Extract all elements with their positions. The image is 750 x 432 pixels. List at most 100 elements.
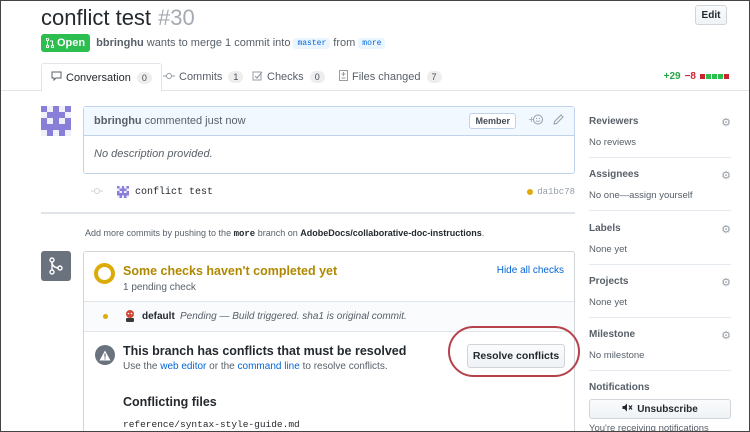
sidebar-value: None yet xyxy=(589,244,628,255)
checks-title: Some checks haven't completed yet xyxy=(123,264,338,278)
tab-checks[interactable]: Checks 0 xyxy=(252,63,325,91)
tab-commits[interactable]: Commits 1 xyxy=(163,63,244,91)
from-text: from xyxy=(333,37,356,49)
pending-status-icon xyxy=(94,263,115,284)
diff-block-green xyxy=(712,74,717,79)
pr-tabs: Conversation 0 Commits 1 Checks 0 Files … xyxy=(1,63,749,92)
sidebar-projects: Projects None yet ⚙ xyxy=(589,276,731,308)
tab-label: Checks xyxy=(267,71,304,83)
tab-counter: 0 xyxy=(309,71,325,83)
sidebar-value: No reviews xyxy=(589,137,636,148)
sidebar-title: Notifications xyxy=(589,382,650,393)
push-note-text: Add more commits by pushing to the xyxy=(85,228,232,238)
member-badge: Member xyxy=(469,113,516,129)
comment-icon xyxy=(51,71,62,84)
gear-icon[interactable]: ⚙ xyxy=(721,116,731,129)
hide-all-checks-link[interactable]: Hide all checks xyxy=(497,265,564,276)
sidebar-title: Labels xyxy=(589,223,621,234)
merge-text: wants to merge 1 commit into xyxy=(146,37,291,49)
sidebar-title: Reviewers xyxy=(589,116,639,127)
tab-conversation[interactable]: Conversation 0 xyxy=(41,63,162,92)
commit-row: conflict test da1bc78 xyxy=(91,184,575,200)
sidebar-divider xyxy=(589,157,731,158)
pending-dot xyxy=(103,314,108,319)
pr-number: #30 xyxy=(158,5,195,30)
check-description: Pending — Build triggered. sha1 is origi… xyxy=(180,311,407,322)
push-note-branch: more xyxy=(233,229,256,239)
head-branch[interactable]: more xyxy=(358,37,386,49)
diffstat: +29 −8 xyxy=(664,71,729,82)
jenkins-icon xyxy=(123,309,137,323)
page-frame: conflict test #30 Edit Open bbringhu wan… xyxy=(0,0,750,432)
commit-node-icon xyxy=(91,187,103,197)
checks-summary: Some checks haven't completed yet 1 pend… xyxy=(84,252,574,302)
check-context: default xyxy=(142,311,175,322)
conflict-title: This branch has conflicts that must be r… xyxy=(123,344,407,358)
tab-counter: 7 xyxy=(426,71,442,83)
diff-block-green xyxy=(706,74,711,79)
tab-files-changed[interactable]: Files changed 7 xyxy=(339,63,442,91)
file-diff-icon xyxy=(339,70,348,84)
comment-body: No description provided. xyxy=(94,148,213,160)
state-badge: Open xyxy=(41,34,91,52)
sidebar-title: Projects xyxy=(589,276,629,287)
pr-title: conflict test xyxy=(41,5,152,30)
notification-status: You're receiving notifications xyxy=(589,423,709,432)
tab-label: Conversation xyxy=(66,71,131,84)
deletions-count: −8 xyxy=(684,71,696,82)
conflict-desc-text: or the xyxy=(209,361,235,372)
diff-block-green xyxy=(718,74,723,79)
add-reaction-icon[interactable]: + xyxy=(528,114,544,128)
unsubscribe-label: Unsubscribe xyxy=(637,403,698,415)
command-line-link[interactable]: command line xyxy=(238,361,300,372)
merge-icon xyxy=(41,251,71,281)
diff-block-red xyxy=(700,74,705,79)
timeline-divider xyxy=(41,212,575,214)
sidebar-assignees: Assignees No one—assign yourself ⚙ xyxy=(589,169,731,201)
sidebar-value: No milestone xyxy=(589,350,645,361)
tab-counter: 0 xyxy=(136,71,152,84)
push-note-repo[interactable]: AdobeDocs/collaborative-doc-instructions xyxy=(300,228,482,238)
tab-counter: 1 xyxy=(228,71,244,83)
pr-author[interactable]: bbringhu xyxy=(96,37,144,49)
edit-button[interactable]: Edit xyxy=(695,5,727,25)
avatar[interactable] xyxy=(41,106,71,136)
sidebar-milestone: Milestone No milestone ⚙ xyxy=(589,329,731,361)
gear-icon[interactable]: ⚙ xyxy=(721,329,731,342)
sidebar-notifications: Notifications xyxy=(589,382,731,393)
state-label: Open xyxy=(57,37,86,49)
highlight-annotation xyxy=(448,326,580,377)
sidebar-value: None yet xyxy=(589,297,628,308)
conflict-desc-text: Use the xyxy=(123,361,158,372)
base-branch[interactable]: master xyxy=(293,37,331,49)
sidebar-divider xyxy=(589,264,731,265)
conflict-desc-text: to resolve conflicts. xyxy=(302,361,388,372)
sidebar-divider xyxy=(589,317,731,318)
commit-status-dot[interactable] xyxy=(527,189,533,195)
pencil-icon[interactable] xyxy=(553,114,564,128)
sidebar-title: Milestone xyxy=(589,329,636,340)
web-editor-link[interactable]: web editor xyxy=(160,361,206,372)
gear-icon[interactable]: ⚙ xyxy=(721,223,731,236)
comment-box: bbringhu commented just now Member + No … xyxy=(83,106,575,174)
comment-author[interactable]: bbringhu xyxy=(94,115,142,127)
unsubscribe-button[interactable]: Unsubscribe xyxy=(589,399,731,419)
sidebar-value[interactable]: No one—assign yourself xyxy=(589,190,731,201)
gear-icon[interactable]: ⚙ xyxy=(721,169,731,182)
sidebar-title: Assignees xyxy=(589,169,640,180)
tab-label: Commits xyxy=(179,71,223,83)
conflicting-files-heading: Conflicting files xyxy=(123,395,217,409)
pr-meta: Open bbringhu wants to merge 1 commit in… xyxy=(41,34,388,52)
additions-count: +29 xyxy=(663,71,681,82)
commit-sha[interactable]: da1bc78 xyxy=(537,187,575,197)
commit-message[interactable]: conflict test xyxy=(135,187,213,198)
sidebar-reviewers: Reviewers No reviews ⚙ xyxy=(589,116,731,148)
comment-timestamp: commented just now xyxy=(144,115,246,127)
push-note-text: branch on xyxy=(257,228,298,238)
comment-header: bbringhu commented just now Member + xyxy=(84,107,574,136)
commit-avatar[interactable] xyxy=(117,186,129,198)
sidebar-divider xyxy=(589,370,731,371)
gear-icon[interactable]: ⚙ xyxy=(721,276,731,289)
push-note: Add more commits by pushing to the more … xyxy=(85,228,484,239)
checklist-icon xyxy=(252,71,263,84)
